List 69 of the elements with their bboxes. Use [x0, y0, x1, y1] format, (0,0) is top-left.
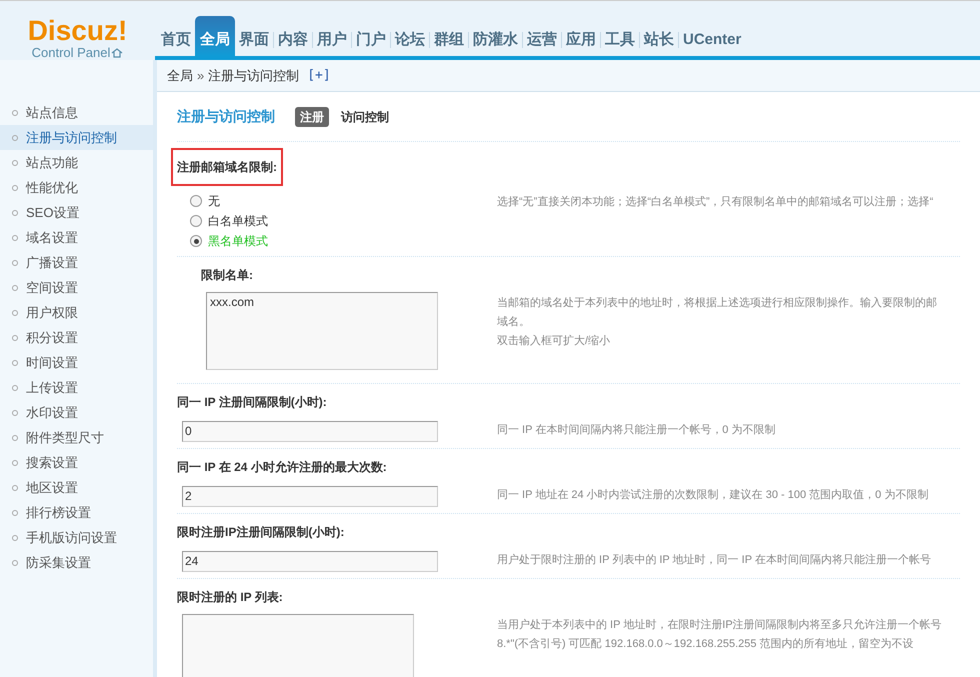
radio-button[interactable] [190, 235, 202, 247]
sidebar-item[interactable]: 性能优化 [0, 175, 153, 200]
setting-description: 域名。 [497, 315, 531, 330]
setting-description: 选择“无”直接关闭本功能；选择“白名单模式”，只有限制名单中的邮箱域名可以注册；选择“ [497, 194, 934, 210]
sidebar-item[interactable]: 上传设置 [0, 375, 153, 400]
text-area[interactable]: xxx.com [206, 292, 438, 370]
sidebar-item[interactable]: 手机版访问设置 [0, 525, 153, 550]
setting-label: 限时注册的 IP 列表: [177, 589, 283, 606]
radio-label: 白名单模式 [208, 213, 268, 230]
text-field[interactable]: 2 [182, 486, 438, 506]
text-area[interactable] [182, 614, 414, 677]
radio-button[interactable] [190, 215, 202, 227]
setting-description: 同一 IP 地址在 24 小时内尝试注册的次数限制，建议在 30 - 100 范围内取值，0 为不限制 [497, 488, 930, 503]
page-title: 注册与访问控制 [177, 107, 275, 126]
setting-label: 同一 IP 注册间隔限制(小时): [177, 394, 327, 411]
setting-description: 双击输入框可扩大/缩小 [497, 334, 612, 349]
nav-tab[interactable]: 应用 [562, 24, 600, 56]
nav-tab[interactable]: 运营 [523, 24, 561, 56]
setting-label: 注册邮箱域名限制: [171, 148, 283, 186]
sidebar-item[interactable]: 积分设置 [0, 325, 153, 350]
sidebar-item[interactable]: 站点功能 [0, 150, 153, 175]
setting-label: 限制名单: [201, 267, 253, 284]
text-field[interactable]: 0 [182, 420, 438, 442]
home-icon[interactable] [111, 48, 124, 58]
logo: Discuz! [28, 17, 128, 45]
radio-label: 无 [208, 193, 220, 210]
nav-tab[interactable]: 站长 [640, 24, 678, 56]
setting-label: 限时注册IP注册间隔限制(小时): [177, 524, 344, 541]
setting-description: 用户处于限时注册的 IP 列表中的 IP 地址时，同一 IP 在本时间间隔内将只能注册一个帐号 [497, 552, 932, 568]
breadcrumb-link[interactable]: 全局 [167, 66, 193, 86]
sidebar-item[interactable]: 站点信息 [0, 100, 153, 125]
section-tab[interactable]: 注册 [295, 106, 329, 126]
sidebar-item[interactable]: SEO设置 [0, 200, 153, 225]
section-tab[interactable]: 访问控制 [341, 108, 389, 126]
setting-description: 当用户处于本列表中的 IP 地址时，在限时注册IP注册间隔限制内将至多只允许注册一个帐号 [497, 618, 943, 633]
nav-tab[interactable]: UCenter [679, 24, 746, 56]
setting-label: 同一 IP 在 24 小时允许注册的最大次数: [177, 459, 387, 476]
sidebar-item[interactable]: 时间设置 [0, 350, 153, 375]
nav-tab[interactable]: 用户 [313, 24, 351, 56]
logo-subtitle: Control Panel [32, 45, 110, 61]
sidebar-item[interactable]: 地区设置 [0, 475, 153, 500]
setting-description: 当邮箱的域名处于本列表中的地址时，将根据上述选项进行相应限制操作。输入要限制的邮 [497, 296, 938, 311]
add-shortcut-link[interactable]: [+] [307, 66, 331, 86]
setting-description: 8.*"(不含引号) 可匹配 192.168.0.0～192.168.255.255 范围内的所有地址，留空为不设 [497, 636, 915, 652]
sidebar-item[interactable]: 注册与访问控制 [0, 125, 153, 150]
setting-description: 同一 IP 在本时间间隔内将只能注册一个帐号，0 为不限制 [497, 422, 776, 438]
radio-button[interactable] [190, 195, 202, 207]
nav-tab[interactable]: 首页 [157, 24, 195, 56]
breadcrumb-current: 注册与访问控制 [208, 66, 300, 85]
nav-tab[interactable]: 防灌水 [469, 24, 522, 56]
sidebar-item[interactable]: 附件类型尺寸 [0, 425, 153, 450]
breadcrumb-separator: » [197, 66, 204, 85]
sidebar-item[interactable]: 广播设置 [0, 250, 153, 275]
sidebar-item[interactable]: 水印设置 [0, 400, 153, 425]
nav-tab[interactable]: 门户 [352, 24, 390, 56]
radio-label: 黑名单模式 [208, 233, 268, 250]
nav-tab[interactable]: 内容 [274, 24, 312, 56]
nav-tab[interactable]: 界面 [235, 24, 273, 56]
sidebar-item[interactable]: 空间设置 [0, 275, 153, 300]
nav-tab[interactable]: 工具 [601, 24, 639, 56]
sidebar-item[interactable]: 防采集设置 [0, 550, 153, 575]
sidebar-item[interactable]: 搜索设置 [0, 450, 153, 475]
nav-tab[interactable]: 全局 [195, 16, 235, 56]
sidebar-item[interactable]: 排行榜设置 [0, 500, 153, 525]
sidebar-item[interactable]: 域名设置 [0, 225, 153, 250]
text-field[interactable]: 24 [182, 550, 438, 572]
nav-tab[interactable]: 论坛 [391, 24, 429, 56]
nav-tab[interactable]: 群组 [430, 24, 468, 56]
sidebar-item[interactable]: 用户权限 [0, 300, 153, 325]
